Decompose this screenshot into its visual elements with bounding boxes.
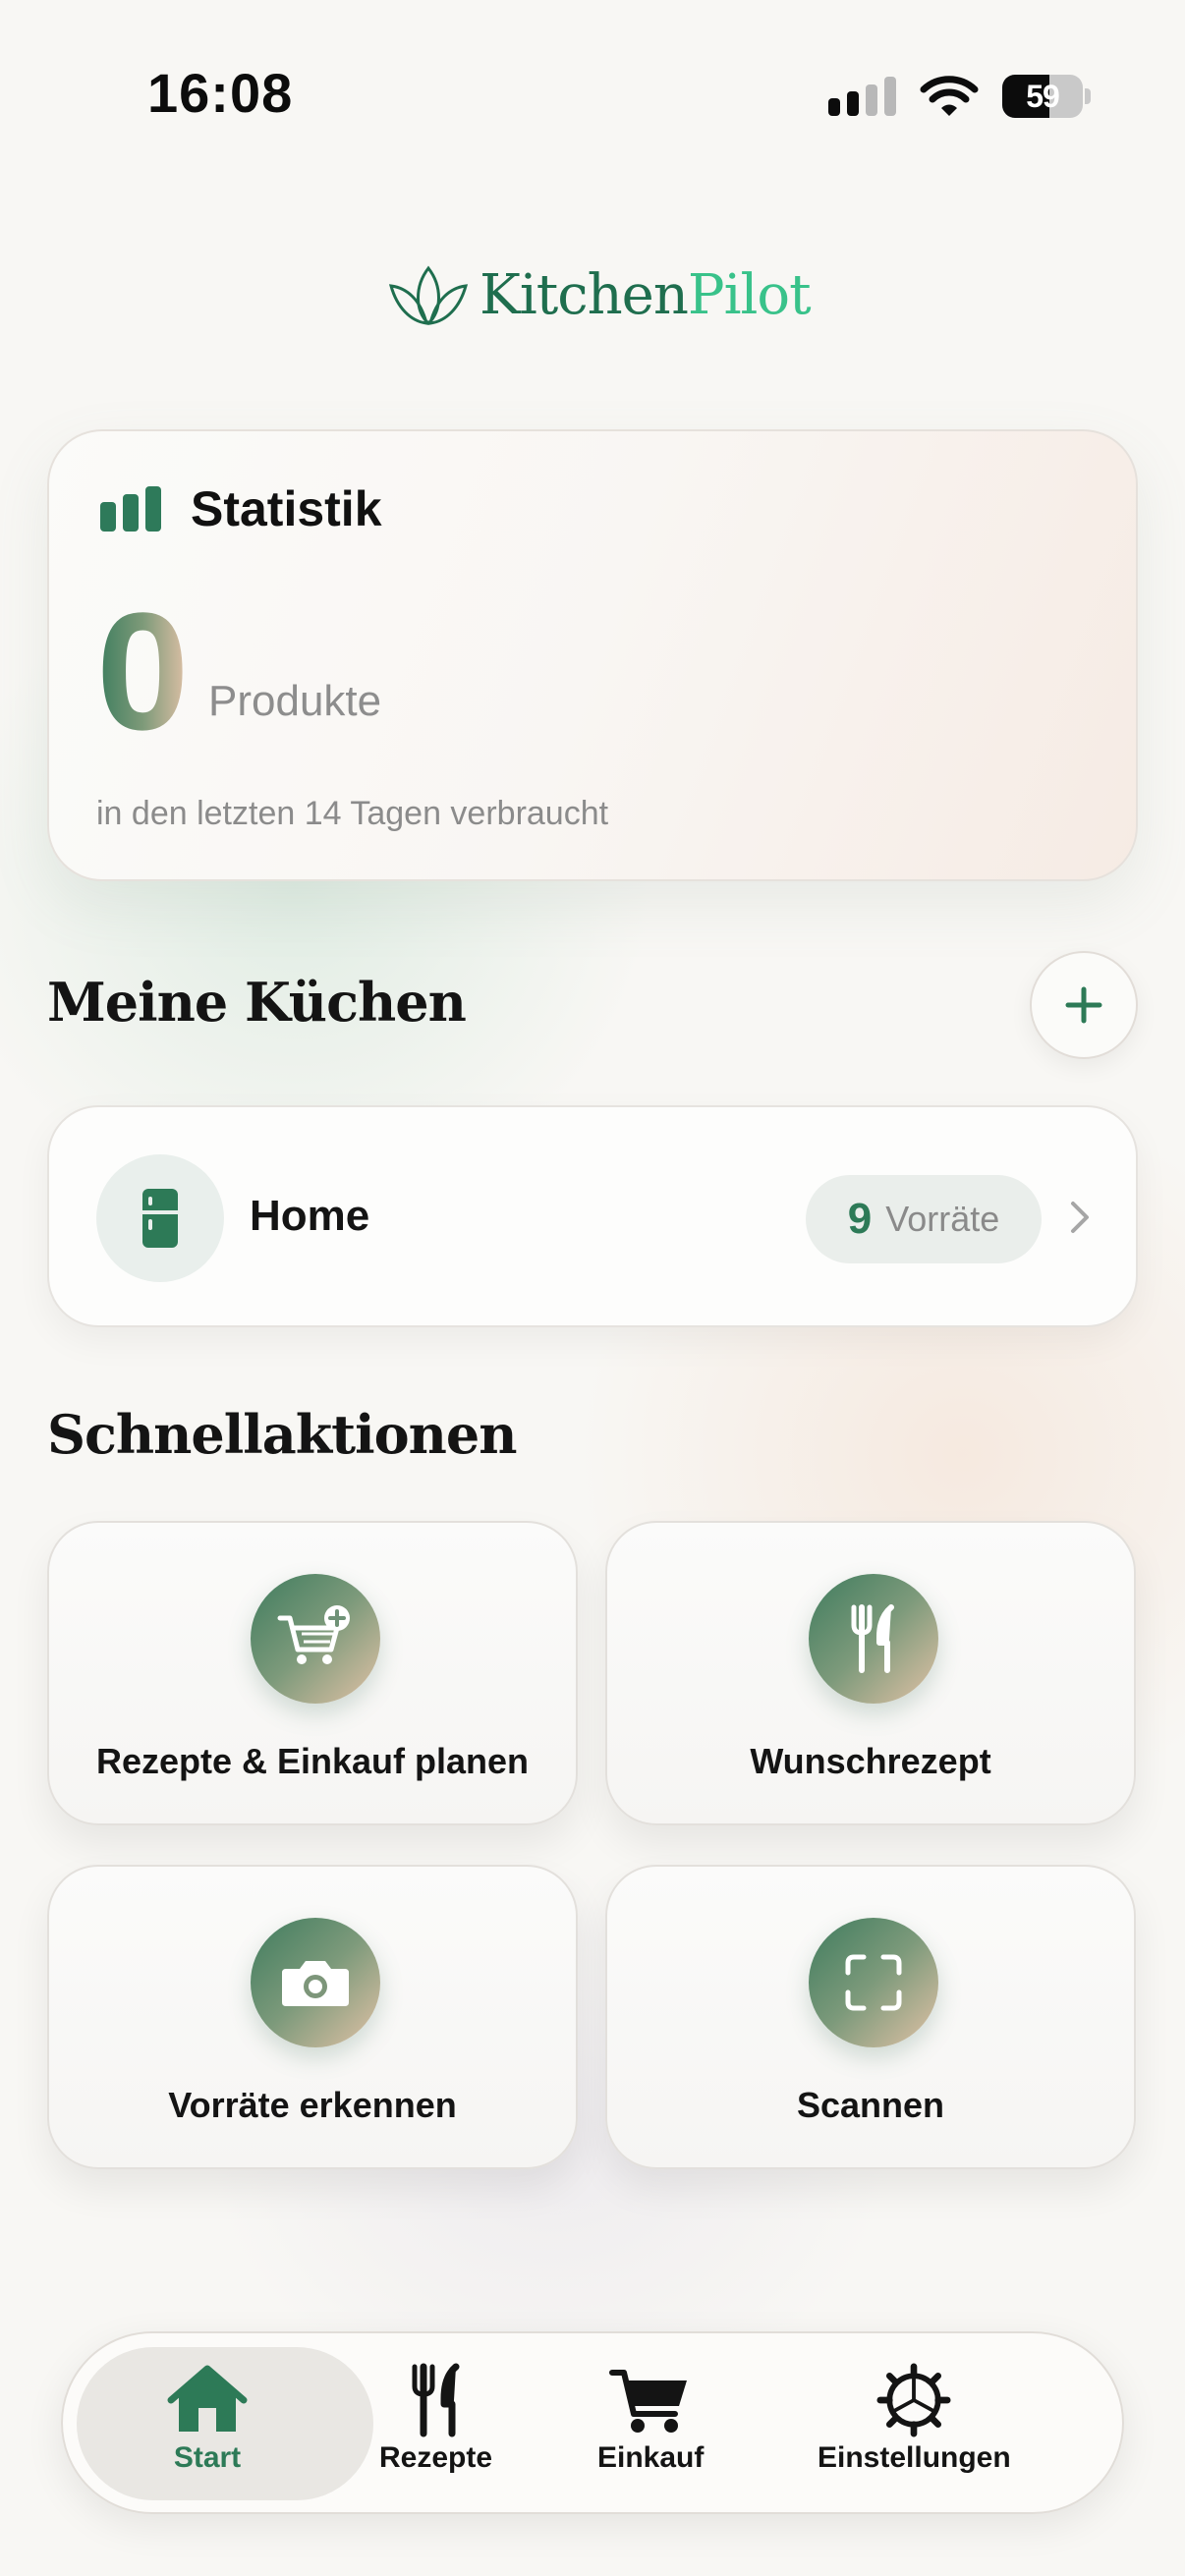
action-icon-circle [809, 1574, 938, 1704]
kitchen-avatar [96, 1154, 224, 1282]
kitchen-card-home[interactable]: Home 9 Vorräte [47, 1105, 1138, 1327]
bar-chart-icon [100, 486, 161, 532]
camera-icon [282, 1961, 349, 2006]
cart-icon [609, 2370, 688, 2433]
tab-rezepte[interactable]: Rezepte [379, 2363, 492, 2475]
wifi-icon [920, 75, 979, 118]
consumed-count: 0 [96, 579, 190, 765]
leaf-logo-icon [388, 265, 469, 325]
plus-icon [1065, 986, 1102, 1024]
action-icon-circle [251, 1574, 380, 1704]
detect-stock-button[interactable]: Vorräte erkennen [47, 1865, 578, 2169]
consumed-unit: Produkte [208, 677, 382, 725]
app-name: KitchenPilot [480, 263, 812, 327]
cellular-signal-icon [828, 77, 896, 116]
tab-start[interactable]: Start [165, 2363, 250, 2475]
action-icon-circle [809, 1918, 938, 2047]
kitchen-name: Home [250, 1192, 370, 1240]
scan-button[interactable]: Scannen [605, 1865, 1136, 2169]
cart-plus-icon [277, 1605, 350, 1664]
tab-einstellungen[interactable]: Einstellungen [818, 2363, 1011, 2475]
logo-word-pilot: Pilot [687, 263, 812, 327]
fork-knife-icon [412, 2363, 460, 2437]
tab-label: Einstellungen [818, 2441, 1011, 2474]
action-icon-circle [251, 1918, 380, 2047]
logo-word-kitchen: Kitchen [480, 263, 689, 327]
stock-count-badge: 9 Vorräte [806, 1175, 1042, 1263]
scan-frame-icon [845, 1954, 902, 2011]
action-label: Rezepte & Einkauf planen [95, 1741, 530, 1781]
chevron-right-icon [1071, 1202, 1089, 1233]
stock-count: 9 [847, 1195, 873, 1243]
fridge-icon [142, 1189, 178, 1248]
statistics-title: Statistik [191, 481, 382, 536]
action-label: Wunschrezept [750, 1741, 991, 1781]
plan-recipes-shopping-button[interactable]: Rezepte & Einkauf planen [47, 1521, 578, 1825]
tab-bar: Start Rezepte Einkauf Einstellungen [61, 2331, 1124, 2514]
add-kitchen-button[interactable] [1030, 951, 1138, 1059]
tab-label: Einkauf [597, 2441, 705, 2474]
statistics-note: in den letzten 14 Tagen verbraucht [96, 795, 609, 832]
statistics-card[interactable]: Statistik 0 Produkte in den letzten 14 T… [47, 429, 1138, 881]
app-logo: KitchenPilot [385, 263, 812, 327]
wish-recipe-button[interactable]: Wunschrezept [605, 1521, 1136, 1825]
kitchens-section-title: Meine Küchen [47, 971, 467, 1034]
house-icon [167, 2365, 248, 2432]
statistics-header: Statistik [100, 480, 382, 537]
tab-einkauf[interactable]: Einkauf [597, 2363, 704, 2475]
tab-label: Start [173, 2441, 242, 2474]
gear-icon [876, 2363, 951, 2437]
battery-icon: 59 [1002, 75, 1091, 118]
tab-label: Rezepte [379, 2441, 493, 2474]
quick-actions-section-title: Schnellaktionen [47, 1403, 518, 1466]
stock-count-label: Vorräte [885, 1199, 1000, 1239]
battery-level: 59 [1026, 78, 1060, 114]
status-indicators: 59 [828, 67, 1091, 126]
action-label: Scannen [796, 2085, 945, 2125]
status-time: 16:08 [147, 62, 294, 124]
fork-knife-icon [851, 1604, 894, 1673]
action-label: Vorräte erkennen [168, 2085, 457, 2125]
